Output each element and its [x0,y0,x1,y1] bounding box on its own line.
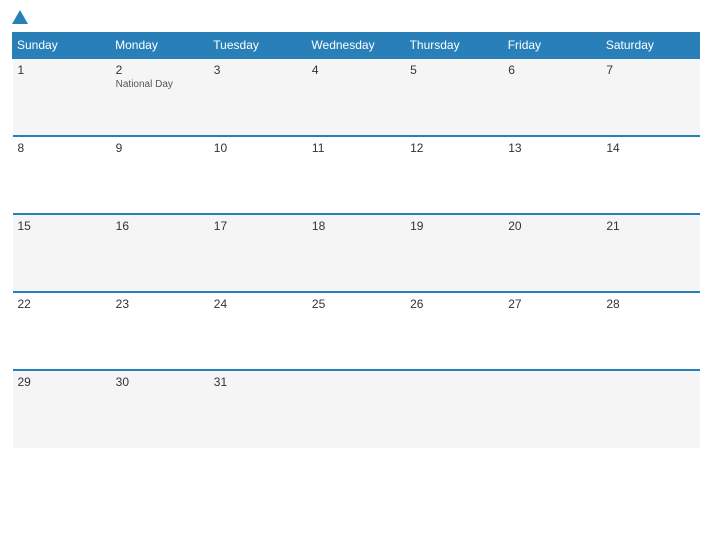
calendar-container: SundayMondayTuesdayWednesdayThursdayFrid… [0,0,712,550]
logo-blue-row [12,10,30,24]
calendar-cell: 14 [601,136,699,214]
calendar-cell: 28 [601,292,699,370]
calendar-cell: 30 [111,370,209,448]
day-header-saturday: Saturday [601,33,699,59]
calendar-cell: 21 [601,214,699,292]
calendar-cell: 3 [209,58,307,136]
calendar-cell: 29 [13,370,111,448]
day-header-monday: Monday [111,33,209,59]
day-number: 23 [116,297,204,311]
day-number: 4 [312,63,400,77]
holiday-label: National Day [116,79,204,90]
day-number: 9 [116,141,204,155]
calendar-cell: 26 [405,292,503,370]
calendar-cell [307,370,405,448]
day-number: 13 [508,141,596,155]
calendar-cell [405,370,503,448]
day-number: 26 [410,297,498,311]
calendar-cell [601,370,699,448]
day-number: 29 [18,375,106,389]
calendar-cell: 12 [405,136,503,214]
calendar-cell: 1 [13,58,111,136]
calendar-cell: 11 [307,136,405,214]
day-number: 17 [214,219,302,233]
week-row-2: 89 10 11 12 13 14 [13,136,700,214]
day-number: 25 [312,297,400,311]
day-number: 16 [116,219,204,233]
day-header-friday: Friday [503,33,601,59]
day-number: 1 [18,63,106,77]
calendar-cell: 24 [209,292,307,370]
calendar-cell: 22 [13,292,111,370]
calendar-header [12,10,700,24]
calendar-cell: 13 [503,136,601,214]
day-number: 18 [312,219,400,233]
calendar-cell: 27 [503,292,601,370]
week-row-3: 15 16 17 18 19 20 21 [13,214,700,292]
day-number: 27 [508,297,596,311]
day-number: 3 [214,63,302,77]
day-number: 28 [606,297,694,311]
logo [12,10,30,24]
week-row-4: 22 23 24 25 26 27 28 [13,292,700,370]
calendar-cell: 18 [307,214,405,292]
day-number: 10 [214,141,302,155]
day-header-thursday: Thursday [405,33,503,59]
calendar-cell: 17 [209,214,307,292]
day-header-sunday: Sunday [13,33,111,59]
day-number: 15 [18,219,106,233]
day-number: 24 [214,297,302,311]
calendar-cell: 5 [405,58,503,136]
week-row-5: 29 30 31 [13,370,700,448]
day-number: 31 [214,375,302,389]
calendar-cell: 23 [111,292,209,370]
day-header-tuesday: Tuesday [209,33,307,59]
calendar-cell: 16 [111,214,209,292]
calendar-cell: 6 [503,58,601,136]
calendar-cell: 7 [601,58,699,136]
day-number: 14 [606,141,694,155]
logo-triangle-icon [12,10,28,24]
day-number: 12 [410,141,498,155]
day-number: 7 [606,63,694,77]
calendar-cell: 19 [405,214,503,292]
calendar-cell [503,370,601,448]
day-number: 19 [410,219,498,233]
day-number: 11 [312,141,400,155]
calendar-cell: 10 [209,136,307,214]
week-row-1: 12 National Day 34567 [13,58,700,136]
calendar-cell: 25 [307,292,405,370]
calendar-cell: 31 [209,370,307,448]
day-number: 2 [116,63,204,77]
day-number: 22 [18,297,106,311]
day-number: 20 [508,219,596,233]
calendar-cell: 8 [13,136,111,214]
calendar-cell: 4 [307,58,405,136]
calendar-table: SundayMondayTuesdayWednesdayThursdayFrid… [12,32,700,448]
day-header-wednesday: Wednesday [307,33,405,59]
calendar-cell: 15 [13,214,111,292]
day-number: 8 [18,141,106,155]
day-number: 6 [508,63,596,77]
days-header-row: SundayMondayTuesdayWednesdayThursdayFrid… [13,33,700,59]
calendar-cell: 20 [503,214,601,292]
calendar-cell: 2 National Day [111,58,209,136]
day-number: 30 [116,375,204,389]
day-number: 5 [410,63,498,77]
calendar-cell: 9 [111,136,209,214]
day-number: 21 [606,219,694,233]
